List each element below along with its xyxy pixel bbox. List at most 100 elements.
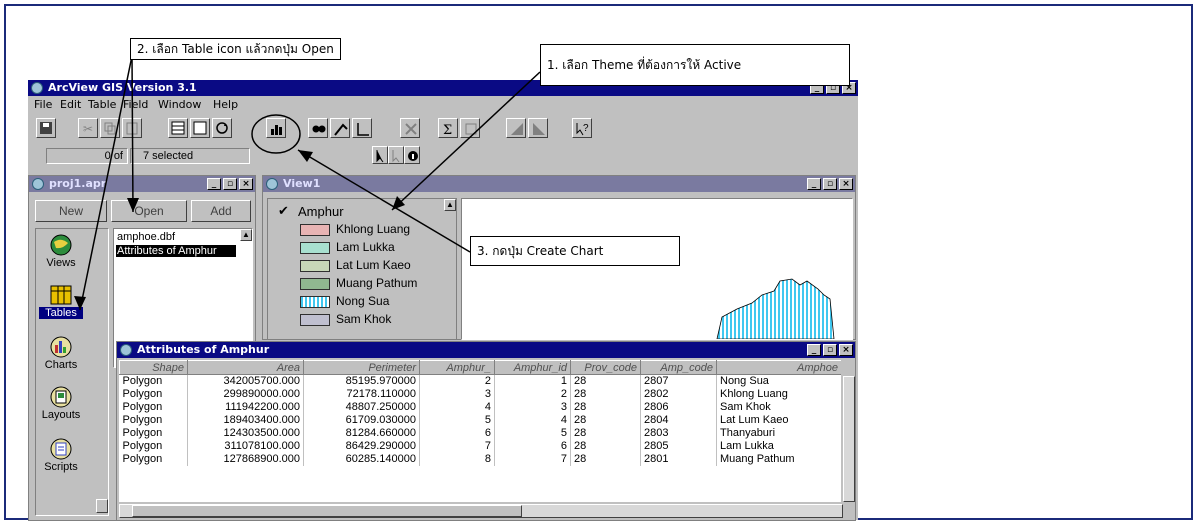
cell: Polygon xyxy=(119,413,188,427)
views-doc-type[interactable]: Views xyxy=(39,233,83,269)
query-button[interactable] xyxy=(330,118,350,138)
legend-swatch xyxy=(300,314,330,326)
menu-field[interactable]: Field xyxy=(123,98,148,112)
layouts-doc-type[interactable]: Layouts xyxy=(39,385,83,421)
map-canvas[interactable] xyxy=(461,198,853,340)
table-row[interactable]: Polygon 189403400.000 61709.030000 5 4 28 2804… xyxy=(119,413,841,427)
menu-window[interactable]: Window xyxy=(158,98,201,112)
cell: Polygon xyxy=(119,452,188,466)
find-button[interactable] xyxy=(308,118,328,138)
tables-label: Tables xyxy=(39,307,83,319)
cell: 28 xyxy=(570,400,641,414)
table-close-button[interactable]: × xyxy=(839,344,853,356)
attribute-table-window: Attributes of Amphur _ ▫ × Shape Area Pe… xyxy=(116,341,856,521)
table-row[interactable]: Polygon 311078100.000 86429.290000 7 6 28 2805… xyxy=(119,439,841,453)
cell: 7 xyxy=(419,439,495,453)
column-header-area[interactable]: Area xyxy=(187,360,304,375)
doc-type-panel: Views Tables Charts Layouts Scripts xyxy=(35,228,109,516)
doc-list-item-amphoe[interactable]: amphoe.dbf xyxy=(117,231,175,243)
help-pointer-button[interactable]: ? xyxy=(572,118,592,138)
project-maximize-button[interactable]: ▫ xyxy=(223,178,237,190)
theme-name[interactable]: Amphur xyxy=(298,204,344,219)
create-chart-button[interactable] xyxy=(266,118,286,138)
attribute-table: Shape Area Perimeter Amphur_ Amphur_id P… xyxy=(119,360,841,466)
cell: 28 xyxy=(570,426,641,440)
table-row[interactable]: Polygon 299890000.000 72178.110000 3 2 28 2802… xyxy=(119,387,841,401)
column-header-amphur[interactable]: Amphur_ xyxy=(419,360,495,375)
table-row[interactable]: Polygon 342005700.000 85195.970000 2 1 28 2807… xyxy=(119,374,841,388)
cell: 299890000.000 xyxy=(187,387,304,401)
toc-scroll-up[interactable]: ▲ xyxy=(444,199,456,211)
paste-button[interactable] xyxy=(122,118,142,138)
promote-button[interactable] xyxy=(400,118,420,138)
cell: 72178.110000 xyxy=(303,387,420,401)
cell: 124303500.000 xyxy=(187,426,304,440)
tables-doc-type[interactable]: Tables xyxy=(39,283,83,319)
link-button[interactable] xyxy=(528,118,548,138)
menu-file[interactable]: File xyxy=(34,98,52,112)
menu-edit[interactable]: Edit xyxy=(60,98,81,112)
column-header-amp-code[interactable]: Amp_code xyxy=(640,360,717,375)
cell: 2803 xyxy=(640,426,717,440)
column-header-prov-code[interactable]: Prov_code xyxy=(570,360,641,375)
new-button[interactable]: New xyxy=(35,200,107,222)
header-row: Shape Area Perimeter Amphur_ Amphur_id P… xyxy=(119,360,841,375)
cell: 2 xyxy=(494,387,571,401)
column-header-perimeter[interactable]: Perimeter xyxy=(303,360,420,375)
table-row[interactable]: Polygon 127868900.000 60285.140000 8 7 28 2801… xyxy=(119,452,841,466)
menu-bar: File Edit Table Field Window Help xyxy=(28,98,858,114)
view-maximize-button[interactable]: ▫ xyxy=(823,178,837,190)
cell: 311078100.000 xyxy=(187,439,304,453)
view-title-bar: View1 _ ▫ × xyxy=(263,176,855,192)
cell: Thanyaburi xyxy=(716,426,841,440)
doc-list-scroll-up[interactable]: ▲ xyxy=(240,229,252,241)
column-header-shape[interactable]: Shape xyxy=(119,360,188,375)
column-header-amphur-id[interactable]: Amphur_id xyxy=(494,360,571,375)
cell: 81284.660000 xyxy=(303,426,420,440)
summarize-button[interactable]: Σ xyxy=(438,118,458,138)
horizontal-scroll-thumb[interactable] xyxy=(132,505,522,517)
table-row[interactable]: Polygon 111942200.000 48807.250000 4 3 28 2806… xyxy=(119,400,841,414)
open-button[interactable]: Open xyxy=(111,200,187,222)
join-button[interactable] xyxy=(506,118,526,138)
cell: 7 xyxy=(494,452,571,466)
table-maximize-button[interactable]: ▫ xyxy=(823,344,837,356)
refresh-button[interactable] xyxy=(212,118,232,138)
select-none-button[interactable] xyxy=(190,118,210,138)
table-horizontal-scrollbar[interactable] xyxy=(119,504,843,518)
project-close-button[interactable]: × xyxy=(239,178,253,190)
menu-help[interactable]: Help xyxy=(213,98,238,112)
calculate-button[interactable] xyxy=(460,118,480,138)
charts-doc-type[interactable]: Charts xyxy=(39,335,83,371)
cell: 48807.250000 xyxy=(303,400,420,414)
view-minimize-button[interactable]: _ xyxy=(807,178,821,190)
cell: 28 xyxy=(570,452,641,466)
doc-type-scrollbar[interactable] xyxy=(96,499,108,513)
column-header-amphoe[interactable]: Amphoe xyxy=(716,360,841,375)
cell: Polygon xyxy=(119,426,188,440)
pointer-tool[interactable] xyxy=(372,146,388,164)
table-vertical-scrollbar[interactable] xyxy=(843,376,855,502)
table-minimize-button[interactable]: _ xyxy=(807,344,821,356)
table-row[interactable]: Polygon 124303500.000 81284.660000 6 5 28 2803… xyxy=(119,426,841,440)
legend-swatch xyxy=(300,296,330,308)
doc-list-item-attributes[interactable]: Attributes of Amphur xyxy=(116,245,236,257)
cut-button[interactable]: ✂ xyxy=(78,118,98,138)
identify-tool[interactable] xyxy=(404,146,420,164)
view-close-button[interactable]: × xyxy=(839,178,853,190)
attribute-table-title-bar: Attributes of Amphur _ ▫ × xyxy=(117,342,855,358)
sort-button[interactable] xyxy=(352,118,372,138)
scripts-label: Scripts xyxy=(44,461,78,473)
menu-table[interactable]: Table xyxy=(88,98,116,112)
copy-button[interactable] xyxy=(100,118,120,138)
select-all-button[interactable] xyxy=(168,118,188,138)
cell: Polygon xyxy=(119,400,188,414)
cell: 28 xyxy=(570,439,641,453)
save-button[interactable] xyxy=(36,118,56,138)
legend-swatch xyxy=(300,260,330,272)
add-button[interactable]: Add xyxy=(191,200,251,222)
scripts-doc-type[interactable]: Scripts xyxy=(39,437,83,473)
select-tool[interactable] xyxy=(388,146,404,164)
project-minimize-button[interactable]: _ xyxy=(207,178,221,190)
theme-checkbox[interactable]: ✔ xyxy=(278,203,289,219)
